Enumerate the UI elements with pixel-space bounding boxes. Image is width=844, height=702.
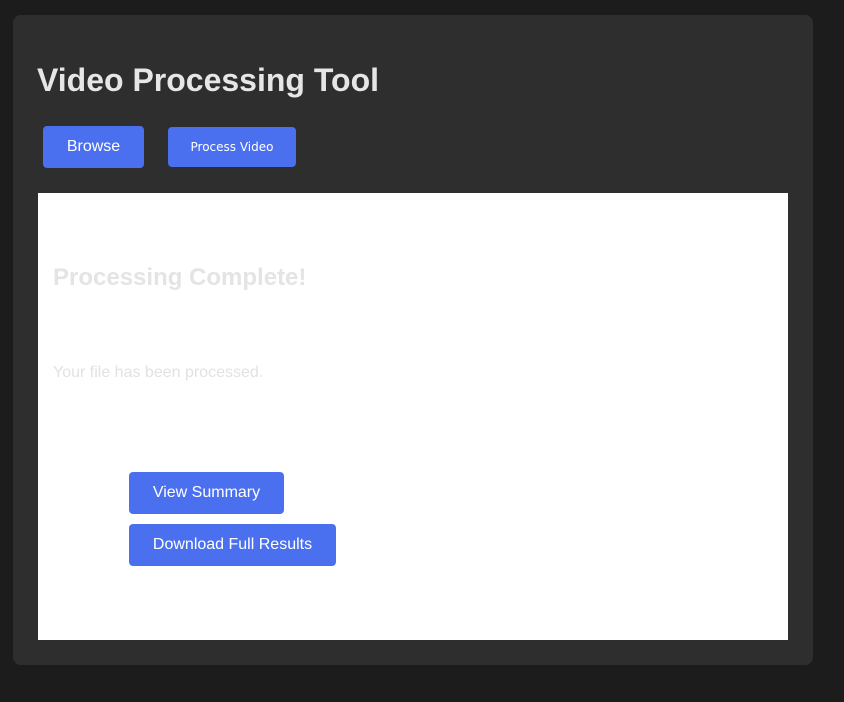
- app-card: Video Processing Tool Browse Process Vid…: [13, 15, 813, 665]
- result-message: Your file has been processed.: [53, 364, 264, 381]
- result-panel: Processing Complete! Your file has been …: [38, 193, 788, 640]
- process-video-button[interactable]: Process Video: [168, 127, 296, 167]
- view-summary-button[interactable]: View Summary: [129, 472, 284, 514]
- result-title: Processing Complete!: [53, 264, 307, 291]
- download-full-results-button[interactable]: Download Full Results: [129, 524, 336, 566]
- browse-button[interactable]: Browse: [43, 126, 144, 168]
- app-title: Video Processing Tool: [37, 62, 379, 98]
